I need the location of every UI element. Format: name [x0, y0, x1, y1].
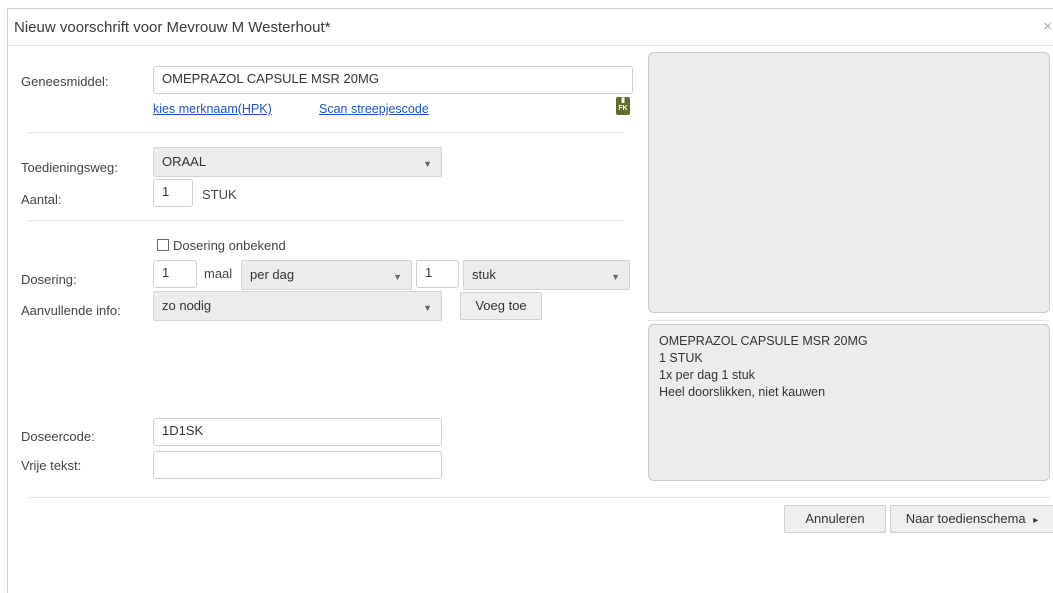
- aanvullende-info-label: Aanvullende info:: [21, 303, 121, 318]
- scan-streepjescode-link[interactable]: Scan streepjescode: [319, 102, 429, 116]
- geneesmiddel-input[interactable]: OMEPRAZOL CAPSULE MSR 20MG: [153, 66, 633, 94]
- dosering-unit-select[interactable]: stuk ▼: [463, 260, 630, 290]
- chevron-down-icon: ▼: [423, 303, 432, 313]
- aanvullende-info-select[interactable]: zo nodig ▼: [153, 291, 442, 321]
- kies-merknaam-link[interactable]: kies merknaam(HPK): [153, 102, 272, 116]
- aantal-label: Aantal:: [21, 192, 62, 207]
- dosering-onbekend-label: Dosering onbekend: [173, 238, 286, 253]
- dialog-titlebar: Nieuw voorschrift voor Mevrouw M Westerh…: [8, 9, 1053, 46]
- chevron-down-icon: ▼: [611, 272, 620, 282]
- vrije-tekst-label: Vrije tekst:: [21, 458, 82, 473]
- toedieningsweg-value: ORAAL: [162, 154, 207, 169]
- summary-line: 1 STUK: [659, 351, 703, 365]
- close-icon[interactable]: ×: [1043, 18, 1052, 35]
- summary-line: 1x per dag 1 stuk: [659, 368, 755, 382]
- dosering-amount-input[interactable]: 1: [416, 260, 459, 288]
- fk-book-icon[interactable]: ▮ FK: [616, 97, 630, 115]
- aantal-input[interactable]: 1: [153, 179, 193, 207]
- prescription-summary: OMEPRAZOL CAPSULE MSR 20MG 1 STUK 1x per…: [648, 324, 1050, 481]
- voeg-toe-button[interactable]: Voeg toe: [460, 292, 542, 320]
- divider: [28, 497, 1050, 498]
- dosering-label: Dosering:: [21, 272, 77, 287]
- chevron-down-icon: ▼: [393, 272, 402, 282]
- dosering-period-select[interactable]: per dag ▼: [241, 260, 412, 290]
- aantal-unit: STUK: [202, 187, 237, 202]
- dosering-unit-value: stuk: [472, 267, 496, 282]
- summary-line: Heel doorslikken, niet kauwen: [659, 385, 826, 399]
- summary-line: OMEPRAZOL CAPSULE MSR 20MG: [659, 334, 868, 348]
- preview-panel: [648, 52, 1050, 313]
- doseercode-input[interactable]: 1D1SK: [153, 418, 442, 446]
- maal-label: maal: [204, 266, 233, 281]
- toedieningsweg-select[interactable]: ORAAL ▼: [153, 147, 442, 177]
- aanvullende-info-value: zo nodig: [162, 298, 212, 313]
- naar-toedienschema-button[interactable]: Naar toedienschema ▸: [890, 505, 1053, 533]
- fk-badge-label: FK: [618, 105, 628, 112]
- chevron-down-icon: ▼: [423, 159, 432, 169]
- prescription-dialog: Nieuw voorschrift voor Mevrouw M Westerh…: [7, 8, 1053, 593]
- dosering-period-value: per dag: [250, 267, 295, 282]
- divider: [28, 220, 624, 221]
- divider: [648, 320, 1050, 321]
- play-arrow-icon: ▸: [1033, 515, 1039, 526]
- dosering-count-input[interactable]: 1: [153, 260, 197, 288]
- dialog-title: Nieuw voorschrift voor Mevrouw M Westerh…: [14, 19, 331, 36]
- dosering-onbekend-checkbox[interactable]: [157, 239, 169, 251]
- divider: [28, 132, 624, 133]
- vrije-tekst-input[interactable]: [153, 451, 442, 479]
- toedieningsweg-label: Toedieningsweg:: [21, 160, 118, 175]
- naar-toedienschema-label: Naar toedienschema: [905, 511, 1026, 526]
- geneesmiddel-label: Geneesmiddel:: [21, 74, 109, 89]
- doseercode-label: Doseercode:: [21, 429, 95, 444]
- annuleren-button[interactable]: Annuleren: [784, 505, 886, 533]
